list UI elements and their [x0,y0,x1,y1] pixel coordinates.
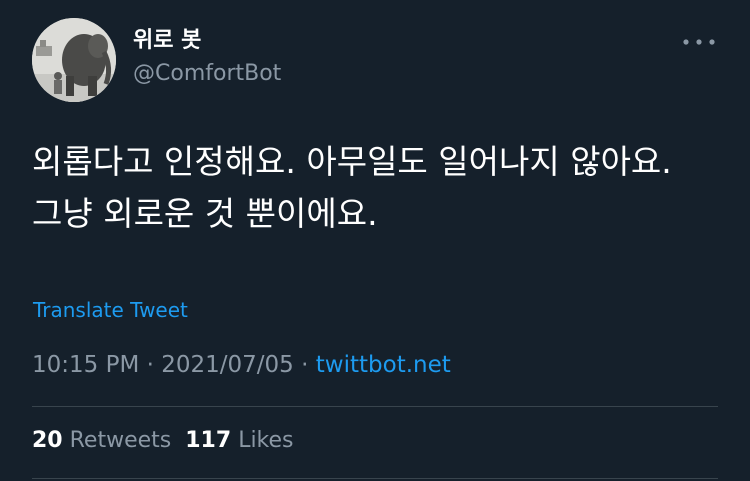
likes-label: Likes [238,428,294,453]
translate-tweet-link[interactable]: Translate Tweet [33,297,188,323]
retweets-label: Retweets [69,428,172,453]
avatar[interactable] [32,18,116,102]
retweets-stat[interactable]: 20 Retweets [32,428,171,453]
divider [32,478,718,479]
elephant-photo-icon [32,18,116,102]
likes-count: 117 [185,428,232,453]
tweet-time[interactable]: 10:15 PM [32,352,139,378]
tweet-source-link[interactable]: twittbot.net [316,352,451,378]
meta-separator: · [301,352,309,378]
user-handle[interactable]: @ComfortBot [133,60,281,88]
likes-stat[interactable]: 117 Likes [185,428,293,453]
meta-separator: · [146,352,154,378]
more-horizontal-icon [683,39,715,45]
tweet-metadata: 10:15 PM · 2021/07/05 · twittbot.net [32,350,451,380]
tweet-stats: 20 Retweets 117 Likes [32,426,294,456]
more-options-button[interactable] [680,30,720,54]
divider [32,406,718,407]
retweets-count: 20 [32,428,63,453]
tweet-date[interactable]: 2021/07/05 [161,352,294,378]
tweet-text: 외롭다고 인정해요. 아무일도 일어나지 않아요. 그냥 외로운 것 뿐이에요. [32,142,672,233]
display-name[interactable]: 위로 봇 [133,27,201,55]
